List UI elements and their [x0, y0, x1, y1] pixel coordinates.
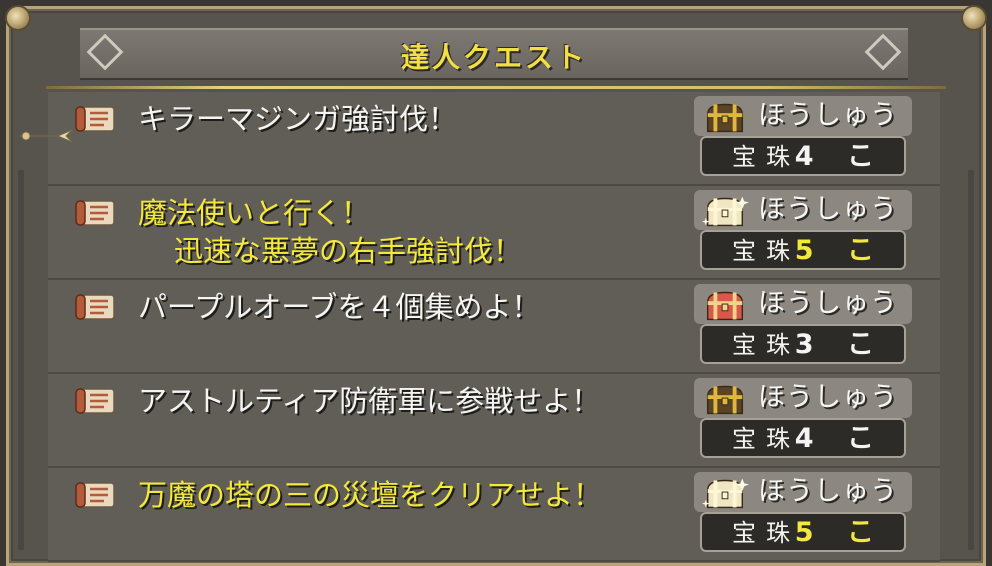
- reward-count-value: 4: [794, 141, 826, 172]
- quest-row[interactable]: キラーマジンガ強討伐！ ほうしゅう宝珠 4 こ: [48, 92, 940, 186]
- reward-label: ほうしゅう: [758, 100, 898, 131]
- reward-detail: 宝珠 4 こ: [700, 136, 906, 176]
- quest-name-line: アストルティア防衛軍に参戦せよ！: [138, 384, 601, 418]
- treasure-chest-icon: [701, 478, 750, 509]
- quest-row[interactable]: 魔法使いと行く！ 迅速な悪夢の右手強討伐！ ほうしゅう宝珠 5 こ: [48, 186, 940, 280]
- reward-count: 4 こ: [795, 422, 886, 456]
- reward-count-value: 5: [794, 235, 826, 266]
- reward-item: 宝珠: [732, 331, 800, 359]
- reward-count-unit: こ: [847, 141, 886, 172]
- title-divider: [46, 86, 946, 89]
- quest-row[interactable]: パープルオーブを４個集めよ！ ほうしゅう宝珠 3 こ: [48, 280, 940, 374]
- quest-name: パープルオーブを４個集めよ！: [138, 288, 541, 326]
- reward-count-unit: こ: [847, 517, 886, 548]
- reward-count: 3 こ: [795, 328, 886, 362]
- reward-count-unit: こ: [847, 423, 886, 454]
- reward-item: 宝珠: [732, 143, 800, 171]
- quest-list: キラーマジンガ強討伐！ ほうしゅう 宝珠 4 こ魔法使いと行く！ 迅速な悪夢の右手強討伐…: [48, 92, 940, 562]
- cursor-pointer-icon: [20, 129, 73, 143]
- quest-row[interactable]: 万魔の塔の三の災壇をクリアせよ！ ほうしゅう宝珠 5 こ: [48, 468, 940, 562]
- reward-box: ほうしゅう宝珠 4 こ: [694, 378, 912, 462]
- reward-count-value: 4: [794, 423, 826, 454]
- treasure-chest-icon: [706, 385, 744, 415]
- reward-label: ほうしゅう: [758, 382, 898, 413]
- treasure-chest-icon: [706, 103, 744, 133]
- quest-scroll-icon: [75, 106, 115, 132]
- reward-detail: 宝珠 5 こ: [700, 512, 906, 552]
- reward-header: ほうしゅう: [694, 190, 912, 230]
- window-title: 達人クエスト: [400, 41, 587, 74]
- frame-edge-left: [18, 170, 24, 550]
- frame-edge-right: [968, 170, 974, 550]
- quest-name-line: 迅速な悪夢の右手強討伐！: [174, 234, 523, 268]
- reward-header: ほうしゅう: [694, 284, 912, 324]
- reward-box: ほうしゅう宝珠 5 こ: [694, 472, 912, 556]
- reward-count-unit: こ: [847, 235, 886, 266]
- reward-detail: 宝珠 4 こ: [700, 418, 906, 458]
- reward-item: 宝珠: [732, 425, 800, 453]
- reward-box: ほうしゅう宝珠 3 こ: [694, 284, 912, 368]
- reward-count: 4 こ: [795, 140, 886, 174]
- quest-name: 万魔の塔の三の災壇をクリアせよ！: [138, 476, 602, 514]
- quest-name-line: パープルオーブを４個集めよ！: [138, 290, 541, 324]
- title-bar: 達人クエスト: [80, 28, 908, 80]
- reward-item: 宝珠: [732, 519, 800, 547]
- reward-box: ほうしゅう宝珠 5 こ: [694, 190, 912, 274]
- reward-count-value: 5: [794, 517, 826, 548]
- reward-label: ほうしゅう: [758, 288, 898, 319]
- reward-count: 5 こ: [795, 234, 886, 268]
- reward-label: ほうしゅう: [758, 194, 898, 225]
- reward-detail: 宝珠 5 こ: [700, 230, 906, 270]
- quest-name: キラーマジンガ強討伐！: [138, 100, 457, 138]
- reward-item: 宝珠: [732, 237, 800, 265]
- quest-scroll-icon: [75, 294, 115, 320]
- reward-header: ほうしゅう: [694, 378, 912, 418]
- quest-row[interactable]: アストルティア防衛軍に参戦せよ！ ほうしゅう宝珠 4 こ: [48, 374, 940, 468]
- reward-detail: 宝珠 3 こ: [700, 324, 906, 364]
- quest-scroll-icon: [75, 200, 115, 226]
- quest-name: 魔法使いと行く！ 迅速な悪夢の右手強討伐！: [138, 194, 522, 270]
- reward-count: 5 こ: [795, 516, 886, 550]
- quest-scroll-icon: [75, 482, 115, 508]
- corner-ornament-left: [7, 7, 29, 29]
- reward-label: ほうしゅう: [758, 476, 898, 507]
- treasure-chest-icon: [706, 291, 744, 321]
- quest-scroll-icon: [75, 388, 115, 414]
- corner-ornament-right: [963, 7, 985, 29]
- quest-name: アストルティア防衛軍に参戦せよ！: [138, 382, 600, 420]
- quest-name-line: 万魔の塔の三の災壇をクリアせよ！: [138, 478, 603, 512]
- reward-header: ほうしゅう: [694, 96, 912, 136]
- reward-header: ほうしゅう: [694, 472, 912, 512]
- reward-count-value: 3: [794, 329, 826, 360]
- quest-name-line: キラーマジンガ強討伐！: [138, 102, 458, 136]
- reward-count-unit: こ: [847, 329, 886, 360]
- quest-name-line: 魔法使いと行く！: [138, 196, 371, 230]
- treasure-chest-icon: [701, 196, 750, 227]
- reward-box: ほうしゅう宝珠 4 こ: [694, 96, 912, 180]
